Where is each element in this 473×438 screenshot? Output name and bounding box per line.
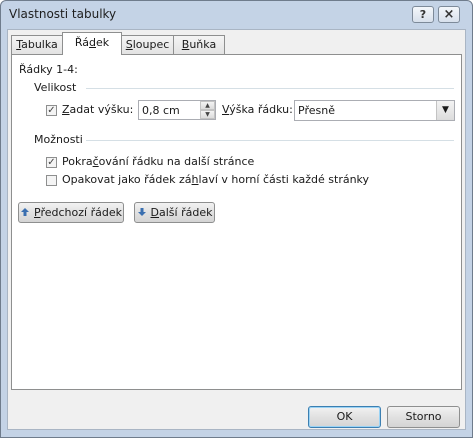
repeat-header-label: Opakovat jako řádek záhlaví v horní část… [62,173,369,186]
size-section-label: Velikost [34,81,77,94]
tab-label-post: loupec [132,38,170,51]
label-accel: h [191,173,199,186]
title-bar: Vlastnosti tabulky ? × [1,1,472,29]
size-section-divider [86,88,454,89]
tab-sloupec[interactable]: Sloupec [121,35,174,54]
dialog-title: Vlastnosti tabulky [9,7,117,21]
options-section-label: Možnosti [34,133,83,146]
label-post: ředchozí řádek [40,206,122,219]
allow-break-checkbox[interactable]: ✓ [46,157,57,168]
cancel-button[interactable]: Storno [387,406,460,428]
close-button[interactable]: × [438,6,460,23]
tab-radek[interactable]: Řádek [62,32,122,55]
dialog-client: Tabulka Řádek Sloupec Buňka Řádky 1-4: V… [7,29,466,430]
specify-height-label: Zadat výšku: [62,103,133,116]
label-post: ýška řádku: [229,103,293,116]
tab-label-post: abulka [21,38,58,51]
specify-height-checkbox[interactable]: ✓ [46,105,57,116]
arrow-up-icon [21,208,30,216]
tab-label-accel: d [89,36,96,49]
height-spin-down[interactable]: ▼ [200,110,215,119]
label-post: alší řádek [159,206,213,219]
tab-label-post: uňka [189,38,217,51]
chevron-down-icon[interactable]: ▼ [436,101,454,120]
label-pre: Opakovat jako řádek zá [62,173,192,186]
label-pre: Pokra [62,155,93,168]
rows-caption: Řádky 1-4: [19,63,78,76]
previous-row-button[interactable]: Předchozí řádek [18,202,124,223]
next-row-button[interactable]: Další řádek [134,202,215,223]
tab-label-pre: Řá [74,36,90,49]
dialog-window: Vlastnosti tabulky ? × Tabulka Řádek Slo… [0,0,473,438]
label-accel: D [150,206,159,219]
options-section-divider [86,140,454,141]
row-height-mode-select[interactable]: Přesně ▼ [294,100,455,121]
height-spin-up[interactable]: ▲ [200,101,215,110]
height-value: 0,8 cm [142,104,180,117]
label-post: ování řádku na další stránce [98,155,255,168]
row-height-is-label: Výška řádku: [222,103,293,116]
row-tab-panel: Řádky 1-4: Velikost ✓ Zadat výšku: 0,8 c… [11,54,462,390]
arrow-down-icon [137,208,146,216]
repeat-header-checkbox[interactable] [46,175,57,186]
ok-button[interactable]: OK [308,406,381,428]
allow-break-label: Pokračování řádku na další stránce [62,155,254,168]
tab-bunka[interactable]: Buňka [173,35,225,54]
row-height-mode-value: Přesně [298,104,335,117]
label-post: laví v horní části každé stránky [198,173,370,186]
tab-label-post: ek [96,36,110,49]
label-accel: Z [62,103,70,116]
tab-tabulka[interactable]: Tabulka [11,35,63,54]
help-button[interactable]: ? [412,6,434,23]
label-post: adat výšku: [69,103,134,116]
tab-label-accel: S [125,38,133,51]
